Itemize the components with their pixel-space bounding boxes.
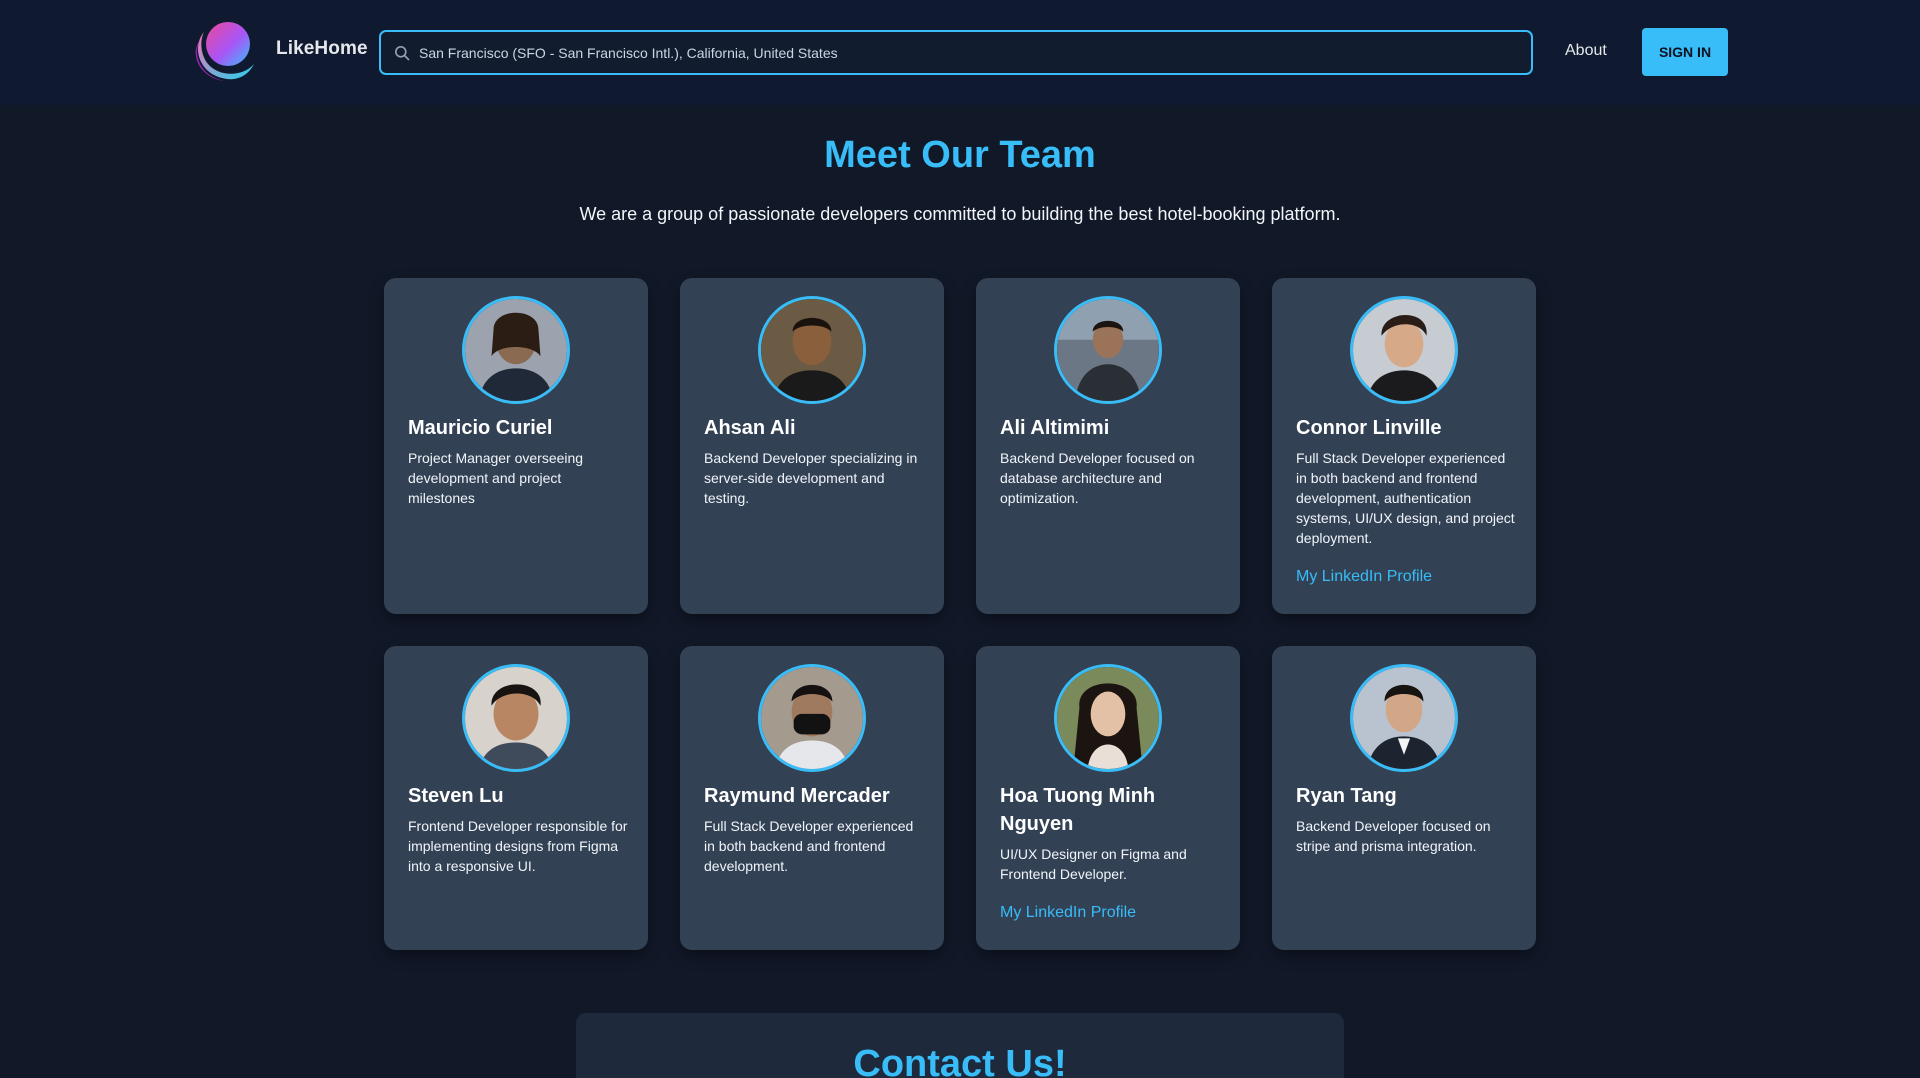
page-subtitle: We are a group of passionate developers …	[579, 204, 1341, 224]
search-input[interactable]	[419, 32, 1531, 73]
member-description: Full Stack Developer experienced in both…	[1296, 450, 1515, 546]
avatar-photo	[462, 664, 570, 772]
about-link[interactable]: About	[1565, 42, 1607, 60]
member-name: Ryan Tang	[1296, 785, 1397, 807]
avatar-photo	[1350, 664, 1458, 772]
contact-section: Contact Us!	[576, 1013, 1344, 1078]
member-description: Project Manager overseeing development a…	[408, 450, 584, 506]
avatar-photo	[758, 664, 866, 772]
team-member-card: Ahsan Ali Backend Developer specializing…	[680, 278, 944, 614]
team-member-card: Connor Linville Full Stack Developer exp…	[1272, 278, 1536, 614]
member-description: Backend Developer focused on database ar…	[1000, 450, 1195, 506]
team-member-card: Ryan Tang Backend Developer focused on s…	[1272, 646, 1536, 950]
avatar-photo	[1054, 664, 1162, 772]
member-description: Frontend Developer responsible for imple…	[408, 818, 628, 874]
linkedin-link[interactable]: My LinkedIn Profile	[1296, 568, 1432, 586]
search-bar[interactable]	[379, 30, 1533, 75]
member-name: Hoa Tuong Minh Nguyen	[1000, 785, 1156, 835]
member-description: Full Stack Developer experienced in both…	[704, 818, 914, 874]
page-title: Meet Our Team	[824, 134, 1096, 176]
member-name: Steven Lu	[408, 785, 504, 807]
likehome-logo[interactable]	[190, 20, 256, 84]
member-name: Ali Altimimi	[1000, 417, 1110, 439]
contact-title: Contact Us!	[853, 1043, 1067, 1078]
linkedin-link[interactable]: My LinkedIn Profile	[1000, 904, 1136, 922]
avatar-photo	[1054, 296, 1162, 404]
member-name: Raymund Mercader	[704, 785, 890, 807]
member-description: UI/UX Designer on Figma and Frontend Dev…	[1000, 846, 1187, 882]
member-description: Backend Developer focused on stripe and …	[1296, 818, 1491, 854]
sign-in-button[interactable]: SIGN IN	[1642, 28, 1728, 76]
avatar-photo	[462, 296, 570, 404]
member-name: Connor Linville	[1296, 417, 1442, 439]
team-member-card: Hoa Tuong Minh Nguyen UI/UX Designer on …	[976, 646, 1240, 950]
top-navbar: LikeHome About SIGN IN	[0, 0, 1920, 105]
team-member-card: Steven Lu Frontend Developer responsible…	[384, 646, 648, 950]
avatar-photo	[758, 296, 866, 404]
team-member-card: Mauricio Curiel Project Manager overseei…	[384, 278, 648, 614]
member-description: Backend Developer specializing in server…	[704, 450, 918, 506]
team-member-card: Raymund Mercader Full Stack Developer ex…	[680, 646, 944, 950]
brand-name[interactable]: LikeHome	[276, 38, 368, 60]
search-icon	[395, 45, 410, 60]
avatar-photo	[1350, 296, 1458, 404]
member-name: Mauricio Curiel	[408, 417, 553, 439]
member-name: Ahsan Ali	[704, 417, 796, 439]
team-member-card: Ali Altimimi Backend Developer focused o…	[976, 278, 1240, 614]
